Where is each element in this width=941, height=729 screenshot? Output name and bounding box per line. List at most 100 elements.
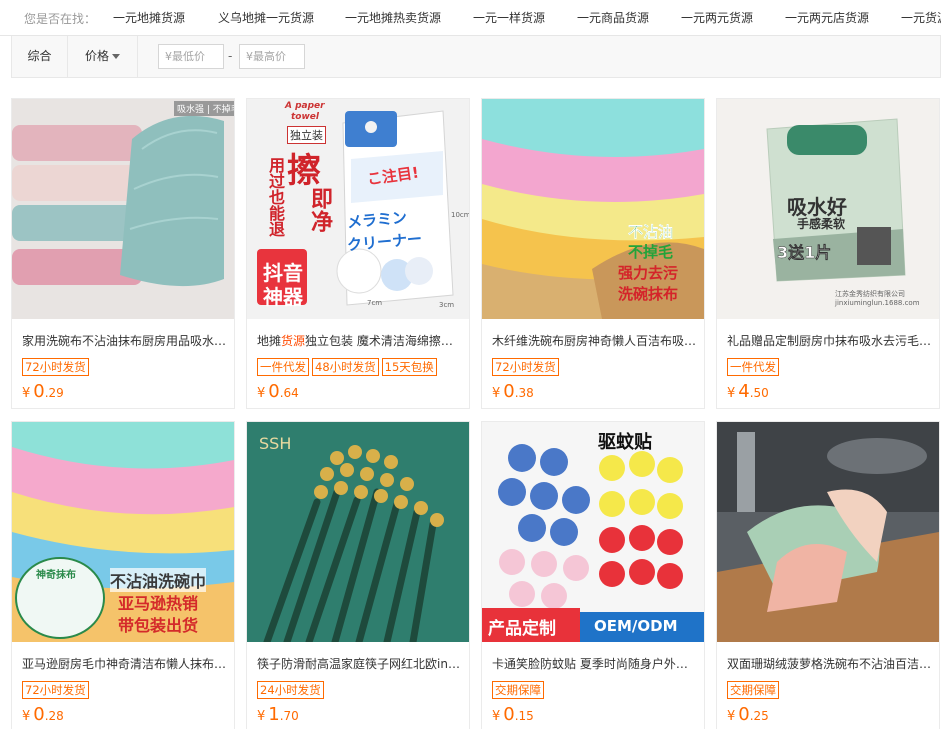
product-card[interactable]: SSH 筷子防滑耐高温家庭筷子网红北欧in… 24小时发货 ¥1.70 bbox=[246, 421, 470, 729]
service-tags: 交期保障 bbox=[727, 679, 782, 699]
service-tags: 一件代发 48小时发货 15天包换 bbox=[257, 356, 440, 376]
brand-logo-text: SSH bbox=[259, 434, 292, 453]
price-decimal: .50 bbox=[749, 386, 769, 400]
sort-price-label: 价格 bbox=[84, 49, 109, 63]
product-image[interactable]: A paper towel 独立装 擦 即净 用过也能退 抖音 神器 こ注目! … bbox=[247, 99, 469, 319]
product-price: ¥0.38 bbox=[492, 381, 534, 402]
image-text: 亚马逊热销 bbox=[118, 594, 199, 613]
sort-price-button[interactable]: 价格 bbox=[68, 36, 138, 77]
product-price: ¥0.29 bbox=[22, 381, 64, 402]
price-integer: 0 bbox=[268, 381, 280, 402]
image-text: OEM/ODM bbox=[594, 617, 678, 635]
suggestion-link[interactable]: 一元地摊热卖货源 bbox=[345, 9, 441, 26]
product-image[interactable]: 吸水强 | 不掉毛 bbox=[12, 99, 234, 319]
image-text: 3送1片 bbox=[777, 243, 832, 262]
image-text: 产品定制 bbox=[488, 619, 556, 639]
price-integer: 0 bbox=[33, 704, 45, 725]
suggestion-link[interactable]: 一元地摊货源 bbox=[113, 9, 185, 26]
product-card[interactable]: 吸水好 手感柔软 3送1片 江苏金秀纺织有限公司 jinxiuminglun.1… bbox=[716, 98, 940, 409]
dimension-label: 7cm bbox=[367, 299, 383, 307]
suggestion-link[interactable]: 一元货源 bbox=[901, 9, 941, 26]
price-integer: 0 bbox=[738, 704, 750, 725]
price-integer: 0 bbox=[33, 381, 45, 402]
currency-symbol: ¥ bbox=[492, 709, 501, 724]
product-image[interactable]: 吸水好 手感柔软 3送1片 江苏金秀纺织有限公司 jinxiuminglun.1… bbox=[717, 99, 939, 319]
caret-down-icon bbox=[112, 54, 120, 59]
product-title[interactable]: 亚马逊厨房毛巾神奇清洁布懒人抹布… bbox=[22, 655, 228, 672]
service-tags: 72小时发货 bbox=[22, 679, 92, 699]
service-tag: 一件代发 bbox=[727, 358, 779, 376]
product-image[interactable]: SSH bbox=[247, 422, 469, 642]
image-text: 神奇抹布 bbox=[36, 570, 76, 581]
currency-symbol: ¥ bbox=[727, 709, 736, 724]
service-tag: 交期保障 bbox=[727, 681, 779, 699]
sort-default-label: 综合 bbox=[27, 49, 52, 63]
related-searches-label: 您是否在找： bbox=[24, 12, 97, 26]
currency-symbol: ¥ bbox=[492, 386, 501, 401]
price-decimal: .28 bbox=[44, 709, 64, 723]
image-text: 神器 bbox=[263, 285, 303, 309]
product-card[interactable]: A paper towel 独立装 擦 即净 用过也能退 抖音 神器 こ注目! … bbox=[246, 98, 470, 409]
price-integer: 4 bbox=[738, 381, 750, 402]
product-card[interactable]: 不沾油 不掉毛 强力去污 洗碗抹布 木纤维洗碗布厨房神奇懒人百洁布吸… 72小时… bbox=[481, 98, 705, 409]
min-price-input[interactable] bbox=[158, 44, 224, 69]
product-price: ¥1.70 bbox=[257, 704, 299, 725]
service-tags: 24小时发货 bbox=[257, 679, 327, 699]
suggestion-link[interactable]: 义乌地摊一元货源 bbox=[218, 9, 314, 26]
image-text: 不沾油 bbox=[628, 223, 674, 241]
sort-filter-bar: 综合 价格 - bbox=[11, 36, 941, 78]
product-card[interactable]: 吸水强 | 不掉毛 家用洗碗布不沾油抹布厨房用品吸水… 72小时发货 ¥0.29 bbox=[11, 98, 235, 409]
service-tags: 72小时发货 bbox=[22, 356, 92, 376]
sort-default-button[interactable]: 综合 bbox=[12, 36, 68, 77]
product-card[interactable]: 神奇抹布 不沾油洗碗巾 亚马逊热销 带包装出货 亚马逊厨房毛巾神奇清洁布懒人抹布… bbox=[11, 421, 235, 729]
related-searches-bar: 您是否在找： 一元地摊货源 义乌地摊一元货源 一元地摊热卖货源 一元一样货源 一… bbox=[0, 0, 941, 36]
product-title[interactable]: 家用洗碗布不沾油抹布厨房用品吸水… bbox=[22, 332, 228, 349]
product-image[interactable]: 不沾油 不掉毛 强力去污 洗碗抹布 bbox=[482, 99, 704, 319]
service-tag: 15天包换 bbox=[381, 358, 437, 376]
image-text: towel bbox=[291, 112, 319, 122]
title-text: 独立包装 魔术清洁海绵擦… bbox=[305, 334, 453, 348]
price-integer: 1 bbox=[268, 704, 280, 725]
currency-symbol: ¥ bbox=[22, 386, 31, 401]
product-title[interactable]: 地摊货源独立包装 魔术清洁海绵擦… bbox=[257, 332, 463, 349]
product-card[interactable]: 双面珊瑚绒菠萝格洗碗布不沾油百洁… 交期保障 ¥0.25 bbox=[716, 421, 940, 729]
image-text: 用过也能退 bbox=[266, 157, 285, 237]
price-range-separator: - bbox=[228, 49, 233, 63]
image-text: 即净 bbox=[307, 187, 332, 233]
price-integer: 0 bbox=[503, 381, 515, 402]
product-title[interactable]: 木纤维洗碗布厨房神奇懒人百洁布吸… bbox=[492, 332, 698, 349]
product-price: ¥4.50 bbox=[727, 381, 769, 402]
product-title[interactable]: 卡通笑脸防蚊贴 夏季时尚随身户外… bbox=[492, 655, 698, 672]
price-decimal: .70 bbox=[279, 709, 299, 723]
suggestion-link[interactable]: 一元两元店货源 bbox=[785, 9, 869, 26]
image-text: A paper bbox=[285, 101, 325, 111]
product-image[interactable]: 神奇抹布 不沾油洗碗巾 亚马逊热销 带包装出货 bbox=[12, 422, 234, 642]
product-image[interactable]: 驱蚊贴 产品定制 OEM/ODM bbox=[482, 422, 704, 642]
max-price-input[interactable] bbox=[239, 44, 305, 69]
image-text: 驱蚊贴 bbox=[598, 432, 652, 453]
price-decimal: .15 bbox=[514, 709, 534, 723]
service-tag: 72小时发货 bbox=[22, 358, 89, 376]
price-decimal: .25 bbox=[749, 709, 769, 723]
product-title[interactable]: 礼品赠品定制厨房巾抹布吸水去污毛… bbox=[727, 332, 933, 349]
product-image[interactable] bbox=[717, 422, 939, 642]
product-card[interactable]: 驱蚊贴 产品定制 OEM/ODM 卡通笑脸防蚊贴 夏季时尚随身户外… 交期保障 … bbox=[481, 421, 705, 729]
product-title[interactable]: 双面珊瑚绒菠萝格洗碗布不沾油百洁… bbox=[727, 655, 933, 672]
dimension-label: 3cm bbox=[439, 301, 455, 309]
product-price: ¥0.15 bbox=[492, 704, 534, 725]
service-tag: 24小时发货 bbox=[257, 681, 324, 699]
suggestion-link[interactable]: 一元商品货源 bbox=[577, 9, 649, 26]
dimension-label: 10cm bbox=[451, 211, 469, 219]
image-badge: 吸水强 | 不掉毛 bbox=[174, 101, 234, 116]
product-price: ¥0.64 bbox=[257, 381, 299, 402]
product-title[interactable]: 筷子防滑耐高温家庭筷子网红北欧in… bbox=[257, 655, 463, 672]
currency-symbol: ¥ bbox=[22, 709, 31, 724]
title-text: 地摊 bbox=[257, 334, 282, 348]
suggestion-link[interactable]: 一元一样货源 bbox=[473, 9, 545, 26]
image-watermark: 江苏金秀纺织有限公司 bbox=[835, 290, 905, 298]
image-text: 不掉毛 bbox=[628, 243, 674, 261]
service-tags: 一件代发 bbox=[727, 356, 782, 376]
product-price: ¥0.28 bbox=[22, 704, 64, 725]
currency-symbol: ¥ bbox=[727, 386, 736, 401]
suggestion-link[interactable]: 一元两元货源 bbox=[681, 9, 753, 26]
